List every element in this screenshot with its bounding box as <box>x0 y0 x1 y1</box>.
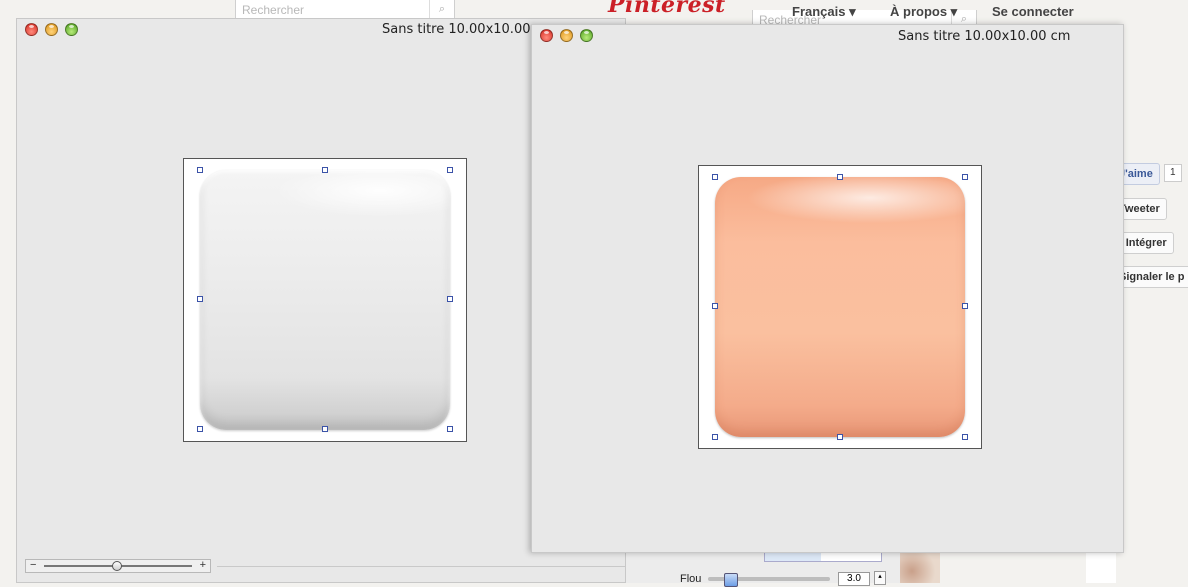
like-count: 1 <box>1164 164 1182 182</box>
blur-label: Flou <box>680 573 702 585</box>
search-placeholder: Rechercher <box>242 3 305 17</box>
rounded-square-shape[interactable] <box>200 170 450 430</box>
blur-value-field[interactable]: 3.0 <box>838 572 870 586</box>
blur-slider-knob[interactable] <box>724 573 738 587</box>
zoom-slider[interactable]: − + <box>25 559 211 573</box>
title-bar[interactable]: Sans titre 10.00x10.00 cm <box>532 25 1123 51</box>
selection-handle[interactable] <box>712 434 718 440</box>
selection-handle[interactable] <box>962 303 968 309</box>
login-link[interactable]: Se connecter <box>992 4 1074 19</box>
selection-handle[interactable] <box>837 174 843 180</box>
pinterest-logo[interactable]: Pinterest <box>608 0 726 18</box>
selection-handle[interactable] <box>962 174 968 180</box>
close-icon[interactable] <box>25 23 38 36</box>
zoom-icon[interactable] <box>580 29 593 42</box>
side-panel <box>1086 553 1116 583</box>
selection-handle[interactable] <box>197 426 203 432</box>
window-controls <box>25 23 78 36</box>
about-menu[interactable]: À propos ▾ <box>890 4 957 20</box>
document-window-right[interactable]: Sans titre 10.00x10.00 cm <box>531 24 1124 553</box>
segment-selected <box>765 553 821 561</box>
minimize-icon[interactable] <box>45 23 58 36</box>
window-title: Sans titre 10.00x10.00 cm <box>898 29 1071 44</box>
selection-handle[interactable] <box>322 426 328 432</box>
window-controls <box>540 29 593 42</box>
selection-handle[interactable] <box>197 296 203 302</box>
window-title: Sans titre 10.00x10.00 cm <box>382 22 555 37</box>
selection-handle[interactable] <box>962 434 968 440</box>
selection-handle[interactable] <box>197 167 203 173</box>
selection-handle[interactable] <box>712 174 718 180</box>
minimize-icon[interactable] <box>560 29 573 42</box>
zoom-knob[interactable] <box>112 561 122 571</box>
selection-handle[interactable] <box>447 167 453 173</box>
search-input-left[interactable]: Rechercher ⌕ <box>235 0 455 20</box>
thumbnail-image[interactable] <box>900 553 940 583</box>
status-divider <box>217 566 625 567</box>
canvas[interactable] <box>183 158 467 442</box>
search-icon[interactable]: ⌕ <box>429 0 454 19</box>
language-menu[interactable]: Français ▾ <box>792 4 856 20</box>
zoom-in-icon[interactable]: + <box>200 559 206 571</box>
selection-handle[interactable] <box>447 296 453 302</box>
zoom-icon[interactable] <box>65 23 78 36</box>
selection-handle[interactable] <box>322 167 328 173</box>
selection-handle[interactable] <box>712 303 718 309</box>
selection-handle[interactable] <box>447 426 453 432</box>
zoom-out-icon[interactable]: − <box>30 559 36 571</box>
close-icon[interactable] <box>540 29 553 42</box>
segmented-control[interactable] <box>764 553 882 562</box>
rounded-square-shape[interactable] <box>715 177 965 437</box>
canvas[interactable] <box>698 165 982 449</box>
selection-handle[interactable] <box>837 434 843 440</box>
